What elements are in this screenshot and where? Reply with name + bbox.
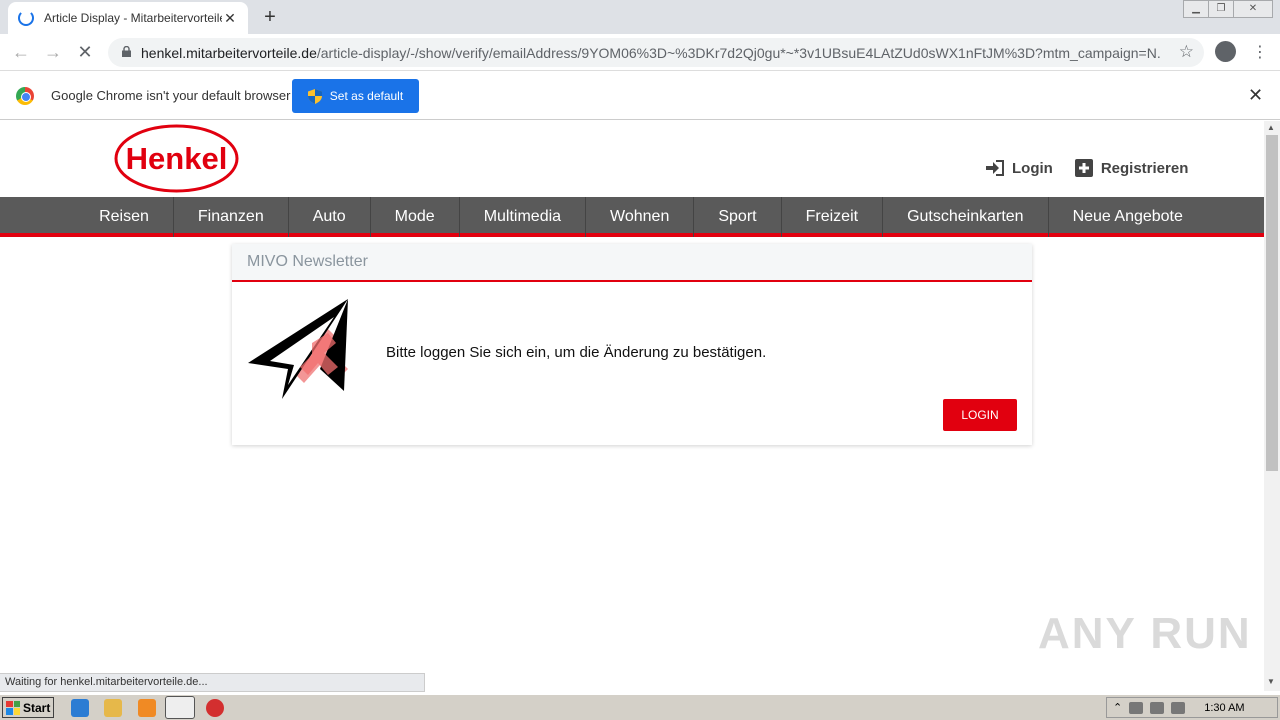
scroll-down-icon[interactable]: ▼ xyxy=(1267,677,1275,686)
bookmark-star-icon[interactable]: ☆ xyxy=(1179,42,1194,62)
windows-taskbar: Start ⌃ 1:30 AM xyxy=(0,694,1280,720)
loading-spinner-icon xyxy=(18,10,34,26)
forward-icon[interactable]: → xyxy=(41,40,65,64)
set-default-button[interactable]: Set as default xyxy=(292,79,419,113)
windows-flag-icon xyxy=(6,700,20,715)
network-icon[interactable] xyxy=(1150,701,1165,714)
menu-kebab-icon[interactable]: ⋮ xyxy=(1252,42,1268,62)
nav-item-gutscheinkarten[interactable]: Gutscheinkarten xyxy=(883,197,1049,237)
browser-toolbar: ← → ✕ henkel.mitarbeitervorteile.de/arti… xyxy=(0,34,1280,71)
clock[interactable]: 1:30 AM xyxy=(1204,702,1244,714)
infobar-message: Google Chrome isn't your default browser xyxy=(51,88,291,103)
sign-in-icon xyxy=(986,160,1004,176)
restore-button[interactable]: ❐ xyxy=(1208,0,1234,18)
nav-item-sport[interactable]: Sport xyxy=(694,197,782,237)
stop-loading-icon[interactable]: ✕ xyxy=(73,40,97,64)
tab-title: Article Display - Mitarbeitervorteile xyxy=(44,11,222,25)
browser-tab[interactable]: Article Display - Mitarbeitervorteile ✕ xyxy=(8,2,248,34)
shield-icon xyxy=(307,88,322,104)
security-alert-icon[interactable] xyxy=(206,699,224,717)
url-path: /article-display/-/show/verify/emailAddr… xyxy=(316,45,1161,61)
back-icon[interactable]: ← xyxy=(9,40,33,64)
url-text: henkel.mitarbeitervorteile.de/article-di… xyxy=(141,45,1161,61)
login-label: Login xyxy=(1012,159,1053,177)
profile-avatar-icon[interactable] xyxy=(1215,41,1236,62)
tray-expand-icon[interactable]: ⌃ xyxy=(1113,701,1122,714)
nav-item-finanzen[interactable]: Finanzen xyxy=(174,197,289,237)
start-label: Start xyxy=(23,700,51,715)
web-page: Henkel Login Registrieren Reisen Finanze… xyxy=(0,121,1264,673)
newsletter-card: MIVO Newsletter Bitte loggen Sie sich ei… xyxy=(232,244,1032,445)
address-bar[interactable]: henkel.mitarbeitervorteile.de/article-di… xyxy=(108,38,1204,67)
window-close-button[interactable]: ✕ xyxy=(1233,0,1273,18)
nav-item-wohnen[interactable]: Wohnen xyxy=(586,197,695,237)
chrome-logo-icon xyxy=(16,87,34,105)
nav-item-reisen[interactable]: Reisen xyxy=(75,197,174,237)
page-scrollbar[interactable]: ▲ ▼ xyxy=(1264,121,1280,691)
volume-icon[interactable] xyxy=(1129,701,1144,714)
login-link[interactable]: Login xyxy=(986,159,1053,177)
nav-item-neue-angebote[interactable]: Neue Angebote xyxy=(1049,197,1207,237)
logo-text: Henkel xyxy=(126,141,228,176)
infobar-close-icon[interactable]: ✕ xyxy=(1248,85,1263,106)
url-host: henkel.mitarbeitervorteile.de xyxy=(141,45,317,61)
card-title: MIVO Newsletter xyxy=(232,244,1032,282)
nav-item-mode[interactable]: Mode xyxy=(371,197,460,237)
action-center-flag-icon[interactable] xyxy=(1171,701,1186,714)
internet-explorer-icon[interactable] xyxy=(71,699,89,717)
set-default-label: Set as default xyxy=(329,89,404,103)
plus-square-icon xyxy=(1074,159,1093,177)
scroll-thumb[interactable] xyxy=(1266,135,1278,471)
chrome-taskbar-button[interactable] xyxy=(165,696,195,719)
henkel-logo[interactable]: Henkel xyxy=(114,124,239,193)
newsletter-error-icon xyxy=(248,299,348,399)
lock-icon xyxy=(122,46,131,57)
nav-item-auto[interactable]: Auto xyxy=(289,197,371,237)
nav-item-multimedia[interactable]: Multimedia xyxy=(460,197,587,237)
anyrun-watermark: ANY RUN xyxy=(1038,609,1252,658)
nav-item-freizeit[interactable]: Freizeit xyxy=(782,197,884,237)
explorer-folder-icon[interactable] xyxy=(104,699,122,717)
new-tab-button[interactable]: + xyxy=(258,5,282,29)
login-button[interactable]: LOGIN xyxy=(943,399,1017,431)
system-tray: ⌃ 1:30 AM xyxy=(1106,697,1278,718)
status-bubble: Waiting for henkel.mitarbeitervorteile.d… xyxy=(0,673,425,692)
scroll-up-icon[interactable]: ▲ xyxy=(1267,123,1275,132)
default-browser-infobar: Google Chrome isn't your default browser… xyxy=(0,71,1280,120)
tab-strip: Article Display - Mitarbeitervorteile ✕ … xyxy=(0,0,1280,34)
register-link[interactable]: Registrieren xyxy=(1074,159,1189,177)
minimize-button[interactable]: ▁ xyxy=(1183,0,1209,18)
main-navigation: Reisen Finanzen Auto Mode Multimedia Woh… xyxy=(0,197,1264,237)
card-message: Bitte loggen Sie sich ein, um die Änderu… xyxy=(386,344,767,361)
start-button[interactable]: Start xyxy=(2,697,54,718)
tab-close-icon[interactable]: ✕ xyxy=(222,10,238,27)
header-links: Login Registrieren xyxy=(986,159,1188,177)
register-label: Registrieren xyxy=(1100,159,1189,177)
media-player-icon[interactable] xyxy=(138,699,156,717)
